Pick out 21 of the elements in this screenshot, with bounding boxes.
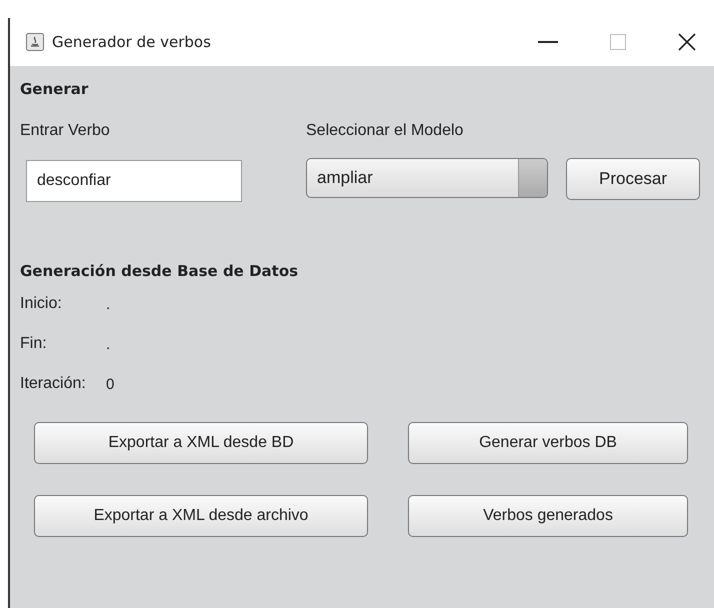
verb-input-field[interactable]: desconfiar (26, 160, 242, 202)
minimize-icon[interactable] (538, 40, 558, 44)
close-icon[interactable] (678, 33, 696, 51)
field-label: Entrar Verbo (20, 122, 111, 141)
process-button[interactable]: Procesar (566, 158, 700, 200)
action-button[interactable]: Verbos generados (408, 495, 688, 537)
section-heading: Generar (20, 79, 90, 100)
action-button[interactable]: Exportar a XML desde BD (34, 422, 368, 464)
info-label: Fin: (20, 335, 48, 353)
window-title: Generador de verbos (52, 33, 211, 51)
info-value: . (106, 336, 110, 352)
info-value: . (106, 296, 110, 312)
action-button[interactable]: Exportar a XML desde archivo (34, 495, 368, 537)
section-heading: Generación desde Base de Datos (20, 261, 300, 282)
field-label: Seleccionar el Modelo (306, 122, 464, 141)
action-button[interactable]: Generar verbos DB (408, 422, 688, 464)
info-value: 0 (106, 376, 114, 392)
app-icon (26, 33, 44, 51)
model-dropdown[interactable]: ampliar (306, 158, 548, 198)
info-label: Inicio: (20, 295, 63, 313)
info-label: Iteración: (20, 375, 87, 393)
